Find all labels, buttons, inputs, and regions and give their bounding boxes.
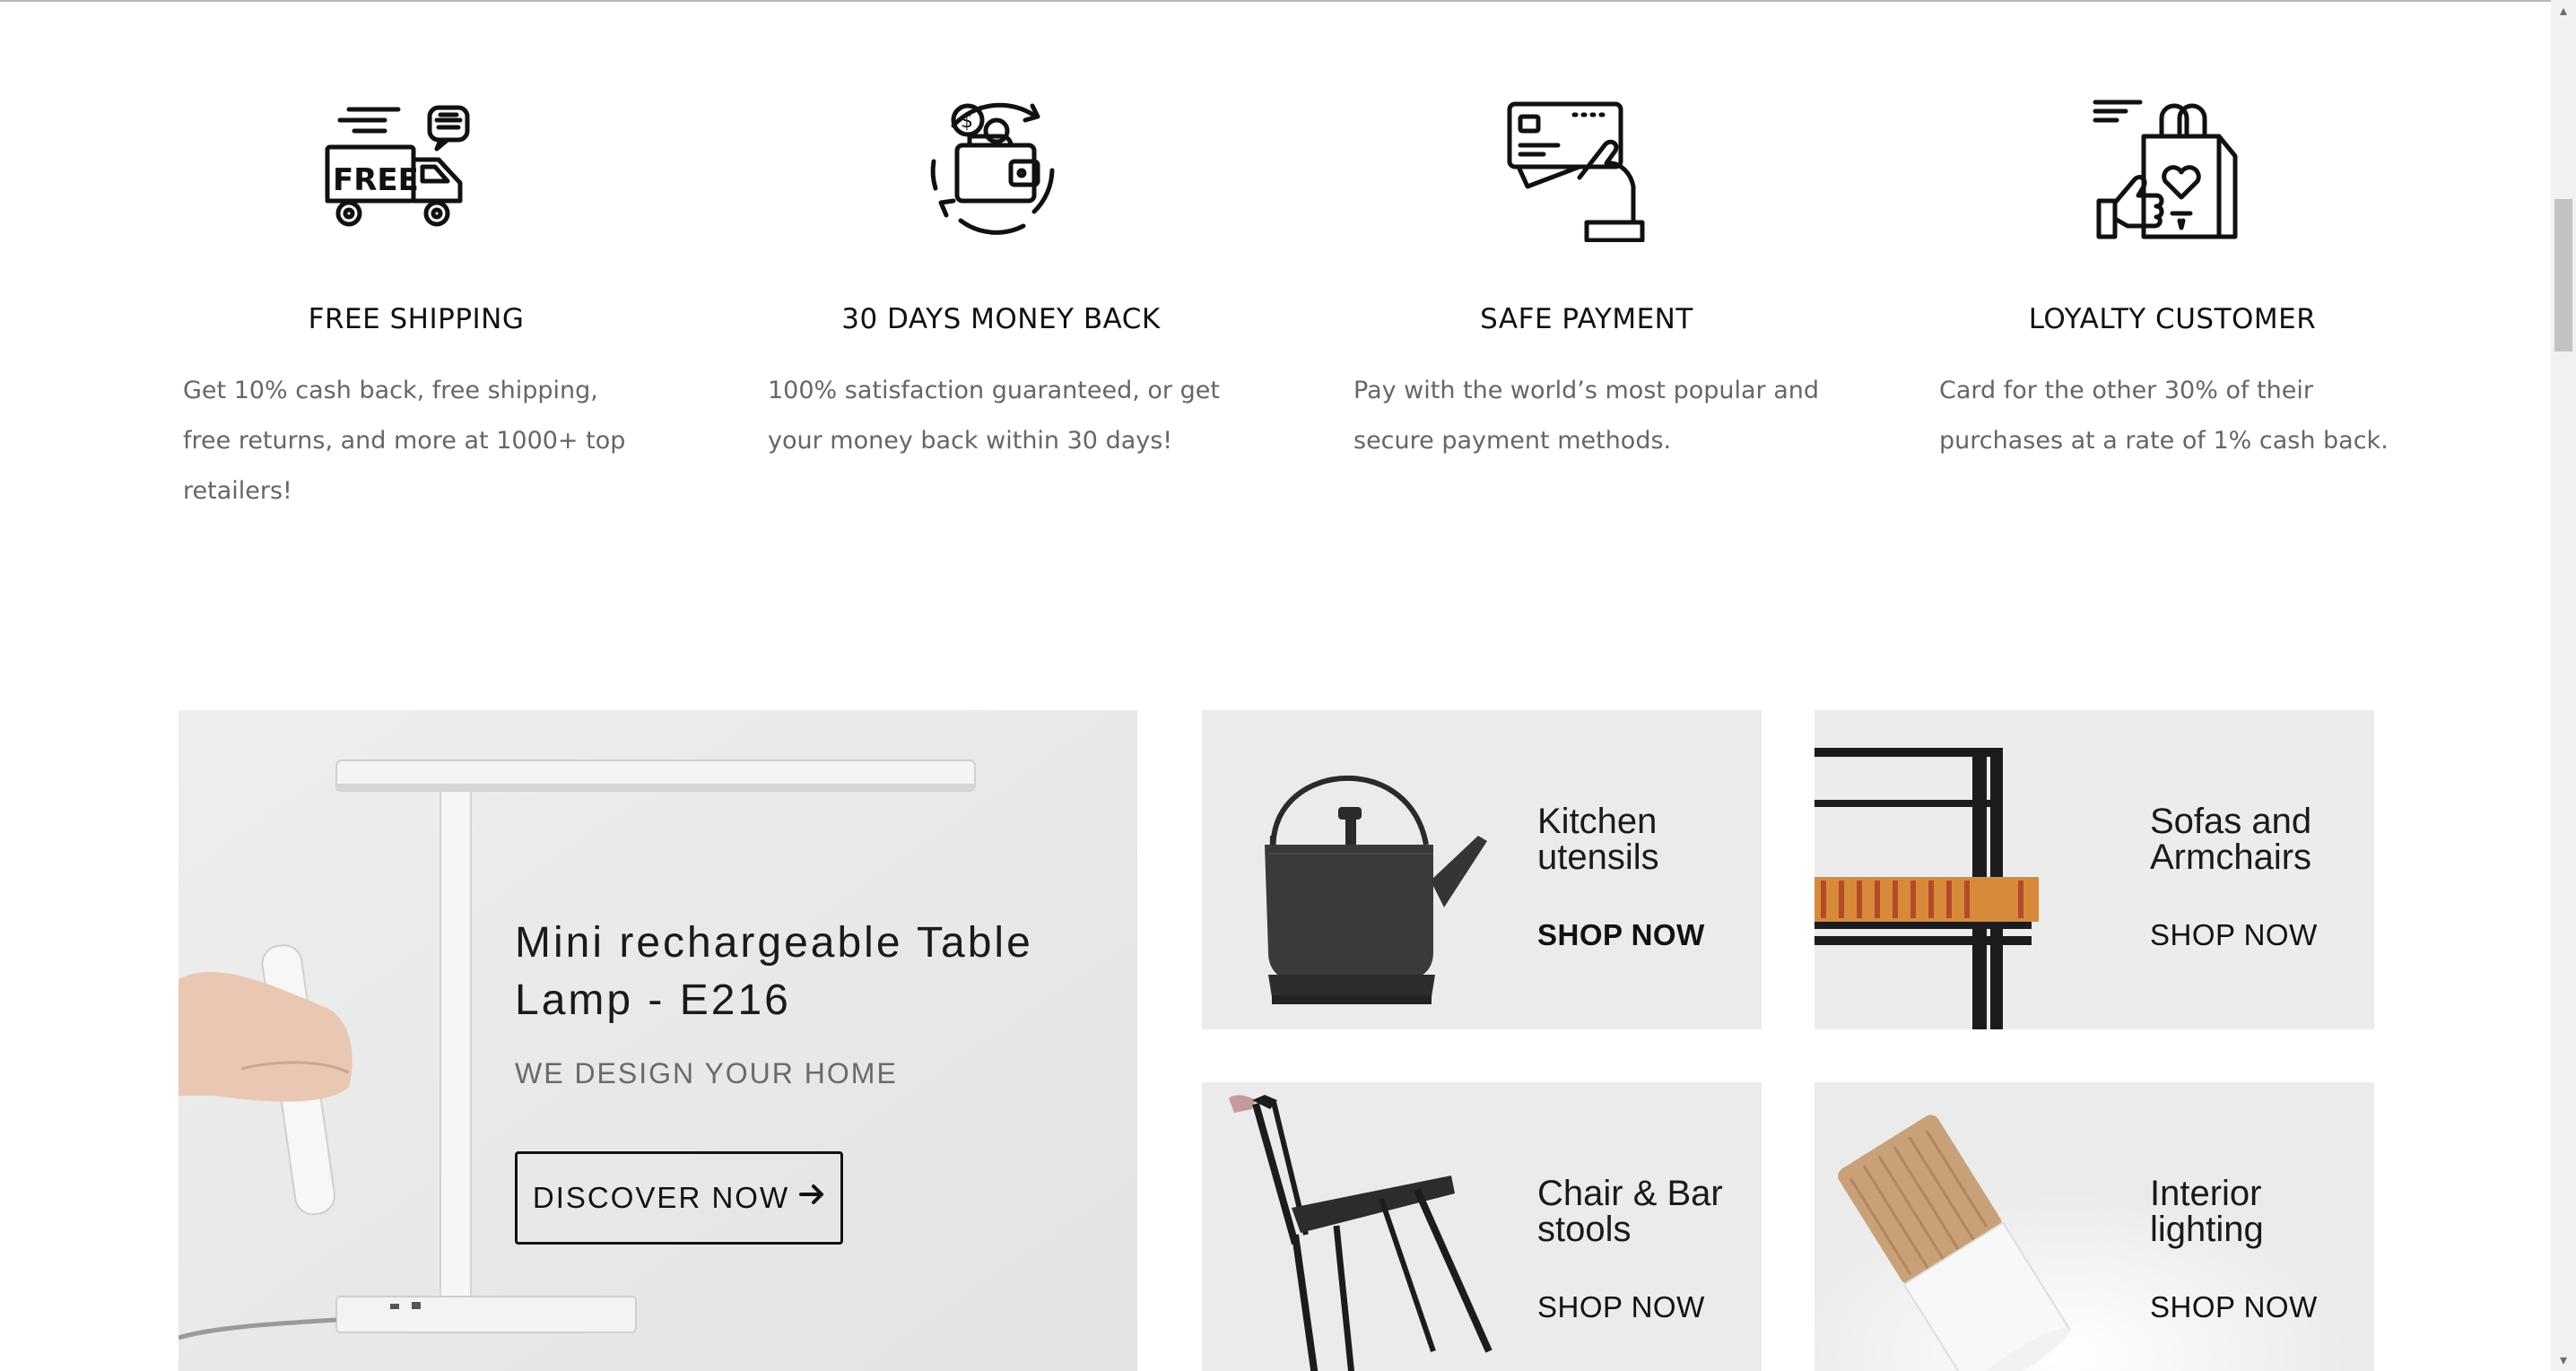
shopping-bag-thumbs-up-icon — [2090, 90, 2242, 242]
arrow-right-icon — [798, 1181, 825, 1215]
scrollbar-thumb[interactable] — [2554, 199, 2572, 351]
svg-text:$: $ — [961, 110, 973, 133]
free-shipping-truck-icon: FREE — [322, 90, 474, 242]
truck-free-text: FREE — [333, 162, 419, 198]
category-banner-sofas[interactable]: Sofas and Armchairs SHOP NOW — [1815, 710, 2374, 1029]
feature-title: 30 DAYS MONEY BACK — [841, 303, 1161, 335]
feature-description: Card for the other 30% of their purchase… — [1939, 377, 2389, 455]
feature-description: Get 10% cash back, free shipping, free r… — [183, 377, 626, 505]
category-title: Kitchen utensils — [1537, 802, 1659, 877]
discover-now-button[interactable]: DISCOVER NOW — [515, 1151, 843, 1245]
shop-now-link[interactable]: SHOP NOW — [1537, 1290, 1705, 1324]
banner-subtitle: WE DESIGN YOUR HOME — [515, 1057, 898, 1089]
category-banner-chairs[interactable]: Chair & Bar stools SHOP NOW — [1202, 1082, 1762, 1371]
category-banner-lighting[interactable]: Interior lighting SHOP NOW — [1815, 1082, 2374, 1371]
category-banner-kitchen[interactable]: Kitchen utensils SHOP NOW — [1202, 710, 1762, 1029]
vertical-scrollbar[interactable]: ▴ ▾ — [2551, 0, 2576, 1371]
credit-card-hand-icon — [1504, 90, 1657, 243]
shop-now-link[interactable]: SHOP NOW — [1537, 918, 1705, 952]
table-lamp-promo-banner[interactable]: Mini rechargeable Table Lamp - E216 WE D… — [178, 710, 1137, 1371]
category-title: Chair & Bar stools — [1537, 1174, 1723, 1249]
money-back-wallet-icon: $ — [918, 90, 1070, 242]
feature-description: 100% satisfaction guaranteed, or get you… — [768, 377, 1220, 455]
table-lamp-image — [178, 710, 1137, 1371]
scroll-up-icon[interactable]: ▴ — [2551, 0, 2576, 22]
category-title: Interior lighting — [2150, 1174, 2264, 1249]
feature-title: SAFE PAYMENT — [1480, 303, 1693, 335]
discover-now-label: DISCOVER NOW — [532, 1181, 790, 1214]
category-title: Sofas and Armchairs — [2150, 802, 2312, 877]
shop-now-link[interactable]: SHOP NOW — [2150, 918, 2318, 952]
feature-title: FREE SHIPPING — [308, 303, 525, 335]
scroll-down-icon[interactable]: ▾ — [2551, 1349, 2576, 1371]
feature-title: LOYALTY CUSTOMER — [2028, 303, 2317, 335]
top-divider — [0, 0, 2551, 2]
feature-description: Pay with the world’s most popular and se… — [1353, 377, 1819, 455]
banner-title: Mini rechargeable Table Lamp - E216 — [515, 919, 1033, 1024]
shop-now-link[interactable]: SHOP NOW — [2150, 1290, 2318, 1324]
